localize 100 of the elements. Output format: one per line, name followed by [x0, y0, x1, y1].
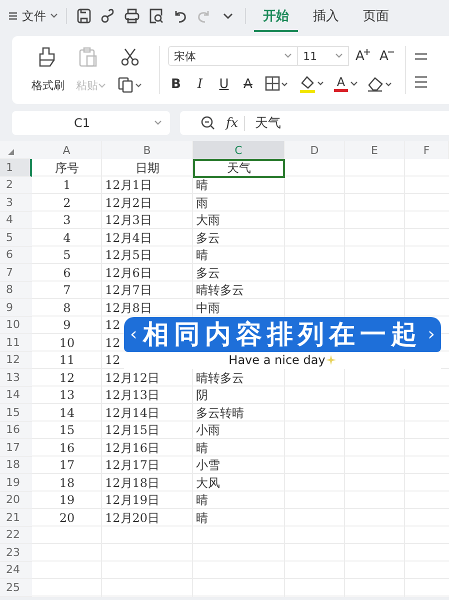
- table-cell-text: 12月16日: [105, 440, 160, 456]
- menu-icon: [8, 11, 18, 21]
- table-cell-text: 9: [62, 317, 72, 334]
- table-cell-text: 12月17日: [105, 457, 160, 474]
- table-cell-text: 小雪: [196, 457, 220, 474]
- table-cell-text: 18: [58, 474, 76, 492]
- row-header[interactable]: 5: [0, 229, 32, 246]
- table-cell-text: 6: [62, 264, 72, 282]
- table-cell-text: 12: [105, 352, 120, 369]
- preview-icon[interactable]: [147, 7, 165, 25]
- row-header[interactable]: 4: [0, 212, 32, 229]
- row-header[interactable]: 6: [0, 246, 32, 264]
- table-cell-text: 5: [62, 247, 72, 264]
- row-header[interactable]: 1: [0, 159, 32, 176]
- table-cell-text: 12月8日: [105, 300, 152, 316]
- table-cell-text: 17: [58, 457, 76, 474]
- table-cell-text: 多云转晴: [196, 404, 244, 422]
- row-header[interactable]: 22: [0, 526, 32, 544]
- plus-icon: [364, 48, 370, 54]
- printer-icon[interactable]: [123, 7, 141, 25]
- table-cell-text: 晴转多云: [196, 370, 244, 386]
- table-cell-text: 12月2日: [105, 194, 152, 212]
- row-header[interactable]: 12: [0, 352, 32, 369]
- table-cell-text: 12月14日: [105, 404, 160, 422]
- font-size-field[interactable]: 11: [297, 46, 349, 66]
- row-header[interactable]: 8: [0, 282, 32, 299]
- next-arrow: ›: [428, 324, 435, 344]
- banner-title: 相同内容排列在一起: [143, 318, 422, 352]
- row-header[interactable]: 24: [0, 562, 32, 579]
- scissors-icon[interactable]: [119, 46, 142, 68]
- table-cell-text: 阴: [196, 387, 208, 404]
- row-header[interactable]: 2: [0, 176, 32, 194]
- table-cell: 天气: [193, 159, 285, 178]
- row-header[interactable]: 9: [0, 299, 32, 316]
- table-cell-text: 12月20日: [105, 510, 160, 526]
- name-box[interactable]: C1: [12, 111, 170, 135]
- italic-button[interactable]: I: [192, 76, 208, 92]
- select-all-icon[interactable]: [8, 149, 14, 155]
- table-cell-text: 3: [62, 212, 72, 229]
- underline-button[interactable]: U: [216, 76, 232, 92]
- table-cell-text: 晴: [196, 492, 208, 509]
- row-header[interactable]: 17: [0, 439, 32, 456]
- row-header[interactable]: 21: [0, 509, 32, 526]
- table-cell-text: 晴转多云: [196, 282, 244, 299]
- caret-icon: [335, 53, 343, 59]
- font-color-button[interactable]: A: [334, 76, 358, 92]
- column-header[interactable]: C: [193, 141, 285, 159]
- ribbon-tab[interactable]: 开始: [254, 0, 298, 32]
- bold-button[interactable]: B: [168, 76, 184, 92]
- font-name-field[interactable]: 宋体: [168, 46, 298, 66]
- row-header[interactable]: 25: [0, 579, 32, 596]
- table-cell-text: 多云: [196, 230, 220, 246]
- fill-color-icon[interactable]: [298, 74, 326, 94]
- row-header[interactable]: 3: [0, 194, 32, 212]
- table-cell-text: 晴: [196, 510, 208, 526]
- caret-icon: [284, 53, 292, 59]
- table-cell-text: 晴: [196, 247, 208, 264]
- caret-icon: [50, 13, 58, 19]
- zoom-icon: [200, 115, 216, 131]
- align-icon[interactable]: [414, 52, 428, 62]
- borders-icon[interactable]: [264, 75, 290, 93]
- table-cell-text: 2: [62, 194, 72, 212]
- ribbon-tab[interactable]: 插入: [304, 0, 348, 32]
- table-cell-text: 12月6日: [105, 264, 152, 282]
- sparkle-icon: [326, 355, 336, 366]
- table-cell-text: 大雨: [196, 212, 220, 229]
- row-header[interactable]: 16: [0, 422, 32, 439]
- table-cell-text: 中雨: [196, 300, 220, 316]
- row-header[interactable]: 15: [0, 404, 32, 422]
- row-header[interactable]: 18: [0, 456, 32, 474]
- table-cell-text: 雨: [196, 194, 208, 212]
- row-header[interactable]: 7: [0, 264, 32, 282]
- eraser-icon[interactable]: [366, 75, 394, 93]
- decrease-font-button[interactable]: A: [377, 48, 397, 64]
- row-header[interactable]: 10: [0, 316, 32, 334]
- caret-icon: [98, 82, 106, 88]
- row-header[interactable]: 19: [0, 474, 32, 492]
- row-header[interactable]: 11: [0, 334, 32, 352]
- strike-button[interactable]: A: [240, 76, 256, 92]
- row-header[interactable]: 14: [0, 386, 32, 404]
- align-icon[interactable]: [414, 76, 428, 88]
- table-cell-text: 11: [58, 352, 76, 369]
- prev-arrow: ‹: [130, 324, 138, 344]
- format-painter-button[interactable]: 格式刷: [32, 78, 65, 92]
- save-icon[interactable]: [75, 7, 93, 25]
- increase-font-button[interactable]: A: [353, 48, 373, 64]
- table-cell-text: 12: [105, 317, 120, 334]
- formula-field[interactable]: fx 天气: [180, 111, 449, 135]
- table-cell-text: 12月13日: [105, 387, 160, 404]
- row-header[interactable]: 20: [0, 492, 32, 509]
- table-cell-text: 12: [58, 370, 76, 386]
- row-header[interactable]: 13: [0, 369, 32, 386]
- caption-text: Have a nice day: [228, 353, 326, 368]
- table-cell-text: 16: [58, 440, 76, 456]
- row-header[interactable]: 23: [0, 544, 32, 562]
- table-cell-text: 19: [58, 492, 76, 509]
- table-cell-text: 12月4日: [105, 230, 152, 246]
- table-cell-text: 10: [58, 334, 76, 352]
- file-menu[interactable]: 文件: [8, 8, 58, 24]
- ribbon-tab[interactable]: 页面: [354, 0, 398, 32]
